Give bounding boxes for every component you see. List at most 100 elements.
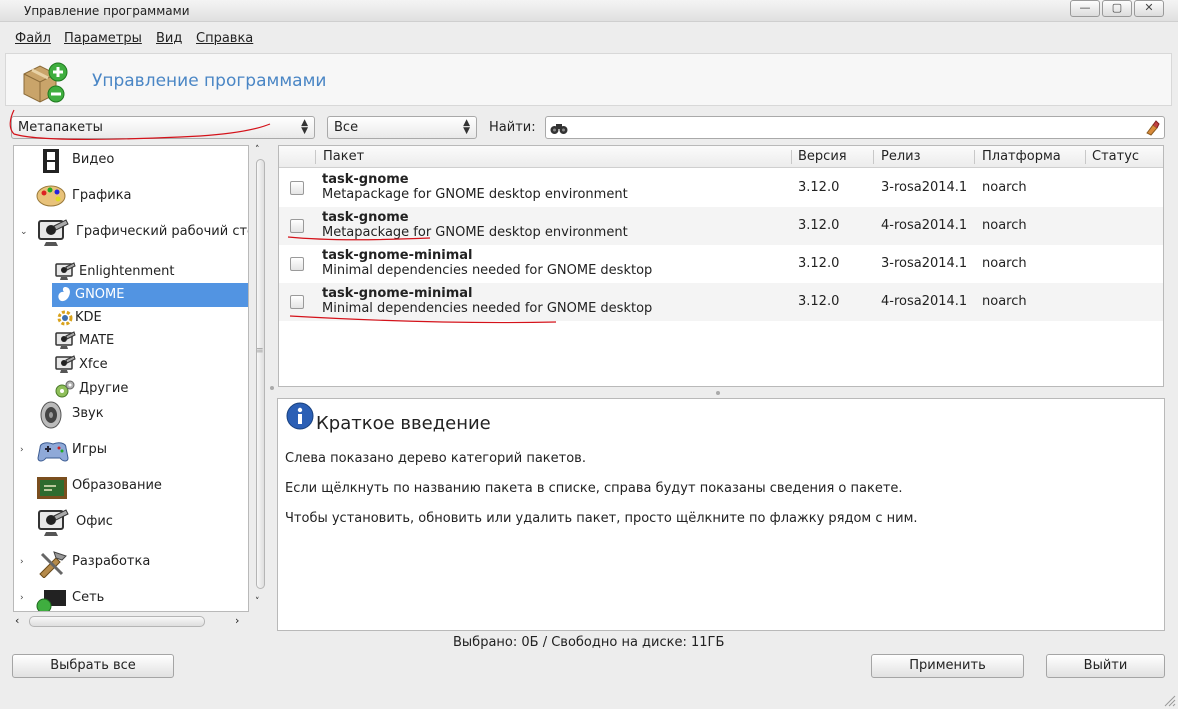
- package-platform: noarch: [982, 180, 1027, 195]
- package-name[interactable]: task-gnome-minimal: [322, 286, 473, 301]
- disk-status: Выбрано: 0Б / Свободно на диске: 11ГБ: [453, 635, 725, 650]
- banner-title: Управление программами: [92, 71, 327, 91]
- package-release: 4-rosa2014.1: [881, 294, 968, 309]
- package-name[interactable]: task-gnome-minimal: [322, 248, 473, 263]
- chevron-right-icon[interactable]: ›: [20, 550, 24, 574]
- tree-item-label: KDE: [75, 310, 102, 325]
- table-row[interactable]: task-gnome-minimal Minimal dependencies …: [279, 283, 1163, 321]
- column-platform[interactable]: Платформа: [982, 149, 1061, 164]
- resize-grip-icon[interactable]: [1162, 693, 1176, 707]
- column-version[interactable]: Версия: [798, 149, 847, 164]
- info-paragraph: Если щёлкнуть по названию пакета в списк…: [285, 481, 903, 496]
- gamepad-icon: [37, 442, 69, 462]
- column-release[interactable]: Релиз: [881, 149, 921, 164]
- binoculars-icon: [550, 124, 568, 134]
- package-table[interactable]: Пакет Версия Релиз Платформа Статус task…: [278, 145, 1164, 387]
- menu-file[interactable]: Файл: [15, 31, 51, 46]
- tree-item-mate[interactable]: MATE: [52, 329, 248, 353]
- table-row[interactable]: task-gnome-minimal Minimal dependencies …: [279, 245, 1163, 283]
- package-release: 3-rosa2014.1: [881, 180, 968, 195]
- column-status[interactable]: Статус: [1092, 149, 1139, 164]
- tree-item-label: Звук: [72, 406, 104, 421]
- status-combo[interactable]: Все ▲ ▼: [327, 116, 477, 139]
- tree-item-desktop[interactable]: ⌄ Графический рабочий стол: [14, 219, 249, 246]
- package-description: Minimal dependencies needed for GNOME de…: [322, 301, 653, 316]
- scroll-thumb[interactable]: [29, 616, 205, 627]
- close-button[interactable]: ✕: [1134, 0, 1164, 17]
- table-header: Пакет Версия Релиз Платформа Статус: [279, 146, 1163, 168]
- package-name[interactable]: task-gnome: [322, 172, 409, 187]
- tree-item-games[interactable]: › Игры: [14, 438, 248, 462]
- column-separator: [791, 150, 792, 164]
- tree-item-xfce[interactable]: Xfce: [52, 353, 248, 377]
- tree-item-other[interactable]: Другие: [52, 377, 248, 401]
- category-tree[interactable]: Видео Графика ⌄ Графический рабочий стол…: [13, 145, 249, 612]
- package-name[interactable]: task-gnome: [322, 210, 409, 225]
- menu-help[interactable]: Справка: [196, 31, 253, 46]
- kde-gear-icon: [57, 310, 73, 326]
- package-version: 3.12.0: [798, 256, 840, 271]
- tree-horizontal-scrollbar[interactable]: ‹ ›: [13, 614, 249, 628]
- desktop-icon: [55, 331, 76, 349]
- tree-item-network[interactable]: › Сеть: [14, 586, 248, 611]
- package-checkbox[interactable]: [290, 181, 304, 195]
- tree-item-label: Графический рабочий стол: [76, 224, 249, 239]
- package-release: 3-rosa2014.1: [881, 256, 968, 271]
- window-title: Управление программами: [24, 4, 190, 18]
- gnome-icon: [58, 287, 70, 302]
- package-description: Metapackage for GNOME desktop environmen…: [322, 187, 628, 202]
- desktop-icon: [38, 219, 69, 246]
- menu-parameters[interactable]: Параметры: [64, 31, 142, 46]
- minimize-button[interactable]: —: [1070, 0, 1100, 17]
- search-label: Найти:: [489, 120, 536, 135]
- tree-item-education[interactable]: Образование: [14, 474, 248, 499]
- tree-item-gnome[interactable]: GNOME: [52, 283, 248, 307]
- table-row[interactable]: task-gnome Metapackage for GNOME desktop…: [279, 169, 1163, 207]
- apply-button[interactable]: Применить: [871, 654, 1024, 678]
- tree-item-office[interactable]: Офис: [14, 509, 248, 536]
- select-all-button[interactable]: Выбрать все: [12, 654, 174, 678]
- tree-item-enlightenment[interactable]: Enlightenment: [52, 260, 248, 284]
- search-box[interactable]: [545, 116, 1165, 139]
- tree-item-video[interactable]: Видео: [14, 148, 248, 173]
- film-strip-icon: [43, 149, 59, 173]
- status-combo-value: Все: [334, 120, 359, 135]
- tree-item-graphics[interactable]: Графика: [14, 184, 248, 208]
- package-platform: noarch: [982, 218, 1027, 233]
- tools-icon: [39, 551, 67, 578]
- package-description: Minimal dependencies needed for GNOME de…: [322, 263, 653, 278]
- maximize-button[interactable]: ▢: [1102, 0, 1132, 17]
- quit-button[interactable]: Выйти: [1046, 654, 1165, 678]
- chevron-down-icon[interactable]: ⌄: [20, 220, 28, 244]
- tree-item-sound[interactable]: Звук: [14, 401, 248, 429]
- package-checkbox[interactable]: [290, 219, 304, 233]
- package-type-combo[interactable]: Метапакеты ▲ ▼: [11, 116, 315, 139]
- tree-item-development[interactable]: › Разработка: [14, 550, 248, 578]
- scroll-thumb[interactable]: [256, 159, 265, 589]
- pane-splitter-handle[interactable]: [270, 386, 274, 390]
- tree-item-label: Разработка: [72, 554, 151, 569]
- package-checkbox[interactable]: [290, 295, 304, 309]
- speaker-icon: [40, 401, 62, 429]
- chevron-down-icon[interactable]: ˅: [255, 597, 260, 607]
- chalkboard-icon: [37, 477, 67, 499]
- chevron-right-icon[interactable]: ›: [20, 438, 24, 462]
- chevron-up-icon[interactable]: ˄: [255, 145, 260, 155]
- column-package[interactable]: Пакет: [323, 149, 364, 164]
- chevron-right-icon[interactable]: ›: [235, 614, 239, 627]
- search-input[interactable]: [570, 119, 1130, 137]
- package-checkbox[interactable]: [290, 257, 304, 271]
- column-separator: [873, 150, 874, 164]
- pane-splitter-handle[interactable]: ≡: [256, 346, 264, 356]
- info-paragraph: Слева показано дерево категорий пакетов.: [285, 451, 586, 466]
- column-separator: [1085, 150, 1086, 164]
- tree-item-kde[interactable]: KDE: [52, 306, 248, 330]
- chevron-right-icon[interactable]: ›: [20, 586, 24, 610]
- pane-splitter-handle[interactable]: [716, 391, 720, 395]
- table-row[interactable]: task-gnome Metapackage for GNOME desktop…: [279, 207, 1163, 245]
- package-info-panel: Краткое введение Слева показано дерево к…: [277, 398, 1165, 631]
- menu-view[interactable]: Вид: [156, 31, 182, 46]
- tree-vertical-scrollbar[interactable]: ˄ ˅: [252, 145, 266, 612]
- clear-search-icon[interactable]: [1144, 120, 1160, 136]
- chevron-left-icon[interactable]: ‹: [15, 614, 19, 627]
